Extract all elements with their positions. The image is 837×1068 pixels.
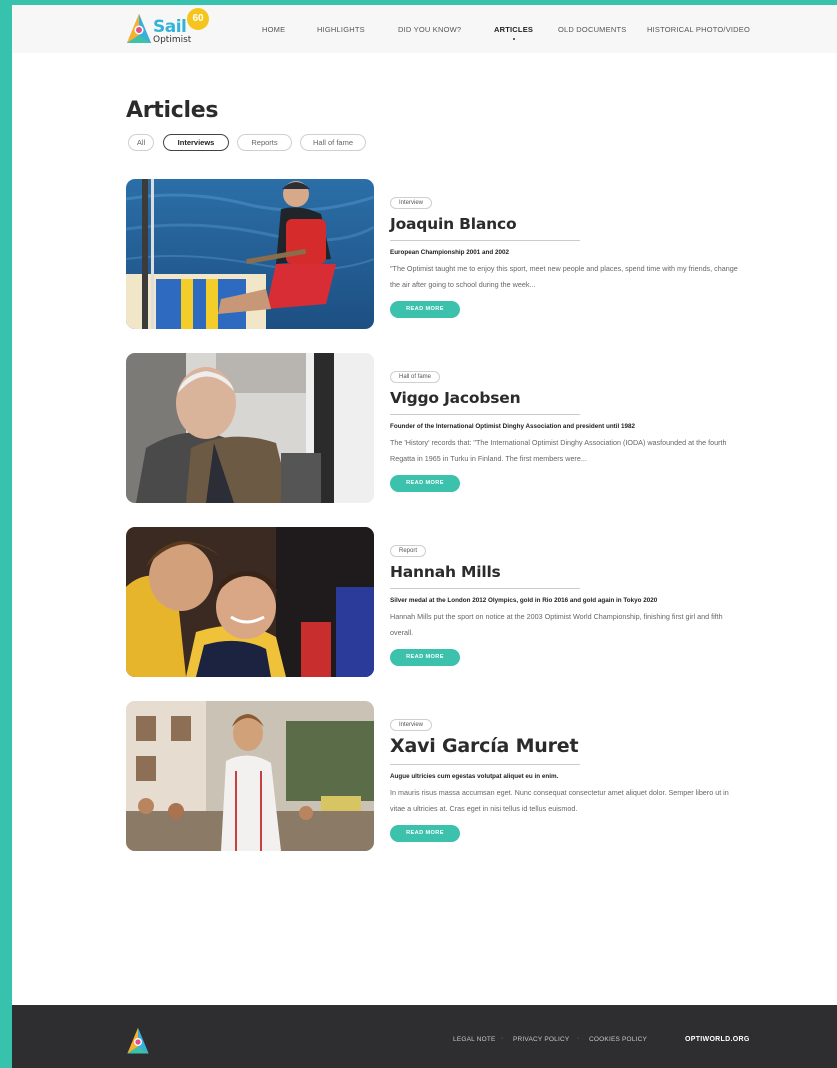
article-subtitle: Founder of the International Optimist Di… — [390, 423, 636, 430]
sailing-photo-image — [126, 179, 374, 329]
footer-legal-note[interactable]: LEGAL NOTE — [453, 1036, 496, 1043]
article-info: Interview Xavi García Muret Augue ultric… — [390, 713, 750, 842]
filter-all[interactable]: All — [128, 134, 154, 151]
article-photo[interactable] — [126, 353, 374, 503]
article-excerpt: In mauris risus massa accumsan eget. Nun… — [390, 788, 729, 813]
article-photo[interactable] — [126, 701, 374, 851]
nav-home[interactable]: HOME — [262, 25, 285, 34]
article-card: Hall of fame Viggo Jacobsen Founder of t… — [126, 353, 746, 503]
read-more-button[interactable]: READ MORE — [390, 825, 460, 842]
divider — [390, 588, 580, 589]
article-subtitle: Augue ultricies cum egestas volutpat ali… — [390, 773, 559, 780]
filter-hall-of-fame[interactable]: Hall of fame — [300, 134, 366, 151]
article-excerpt: Hannah Mills put the sport on notice at … — [390, 612, 723, 637]
divider — [390, 240, 580, 241]
nav-articles-label: ARTICLES — [494, 25, 534, 34]
article-subtitle: Silver medal at the London 2012 Olympics… — [390, 597, 658, 604]
site-footer: LEGAL NOTE · PRIVACY POLICY · COOKIES PO… — [12, 1005, 837, 1068]
sail-logo-icon[interactable] — [125, 1027, 151, 1057]
filter-interviews[interactable]: Interviews — [163, 134, 229, 151]
active-indicator-dot — [512, 38, 515, 40]
nav-old-documents[interactable]: OLD DOCUMENTS — [558, 25, 626, 34]
page: Sail Optimist 60 HOME HIGHLIGHTS DID YOU… — [12, 5, 837, 1068]
read-more-button[interactable]: READ MORE — [390, 649, 460, 666]
article-excerpt: "The Optimist taught me to enjoy this sp… — [390, 264, 738, 289]
footer-separator: · — [501, 1035, 504, 1042]
article-info: Report Hannah Mills Silver medal at the … — [390, 539, 750, 666]
article-card: Report Hannah Mills Silver medal at the … — [126, 527, 746, 677]
nav-highlights[interactable]: HIGHLIGHTS — [317, 25, 365, 34]
read-more-button[interactable]: READ MORE — [390, 475, 460, 492]
article-title[interactable]: Hannah Mills — [390, 563, 750, 581]
article-info: Hall of fame Viggo Jacobsen Founder of t… — [390, 365, 750, 492]
article-tag[interactable]: Interview — [390, 197, 433, 209]
article-photo[interactable] — [126, 527, 374, 677]
article-subtitle: European Championship 2001 and 2002 — [390, 249, 509, 256]
footer-separator: · — [577, 1035, 580, 1042]
main-nav: HOME HIGHLIGHTS DID YOU KNOW? ARTICLES O… — [12, 5, 837, 53]
article-info: Interview Joaquin Blanco European Champi… — [390, 191, 750, 318]
vintage-photo-image — [126, 701, 374, 851]
article-photo[interactable] — [126, 179, 374, 329]
article-tag[interactable]: Report — [390, 545, 427, 557]
footer-privacy-policy[interactable]: PRIVACY POLICY — [513, 1036, 569, 1043]
portrait-photo-image — [126, 353, 374, 503]
footer-cookies-policy[interactable]: COOKIES POLICY — [589, 1036, 647, 1043]
filter-reports[interactable]: Reports — [237, 134, 292, 151]
nav-articles[interactable]: ARTICLES — [494, 25, 534, 40]
page-title: Articles — [126, 98, 219, 123]
article-card: Interview Xavi García Muret Augue ultric… — [126, 701, 746, 851]
article-title[interactable]: Viggo Jacobsen — [390, 389, 750, 407]
article-excerpt: The 'History' records that: "The Interna… — [390, 438, 727, 463]
article-card: Interview Joaquin Blanco European Champi… — [126, 179, 746, 329]
article-tag[interactable]: Interview — [390, 719, 433, 731]
nav-historical-photo-video[interactable]: HISTORICAL PHOTO/VIDEO — [647, 25, 750, 34]
nav-did-you-know[interactable]: DID YOU KNOW? — [398, 25, 461, 34]
read-more-button[interactable]: READ MORE — [390, 301, 460, 318]
celebration-photo-image — [126, 527, 374, 677]
site-header: Sail Optimist 60 HOME HIGHLIGHTS DID YOU… — [12, 5, 837, 53]
footer-site-link[interactable]: OPTIWORLD.ORG — [685, 1036, 750, 1043]
article-title[interactable]: Xavi García Muret — [390, 735, 750, 757]
article-title[interactable]: Joaquin Blanco — [390, 215, 750, 233]
divider — [390, 414, 580, 415]
article-tag[interactable]: Hall of fame — [390, 371, 441, 383]
divider — [390, 764, 580, 765]
